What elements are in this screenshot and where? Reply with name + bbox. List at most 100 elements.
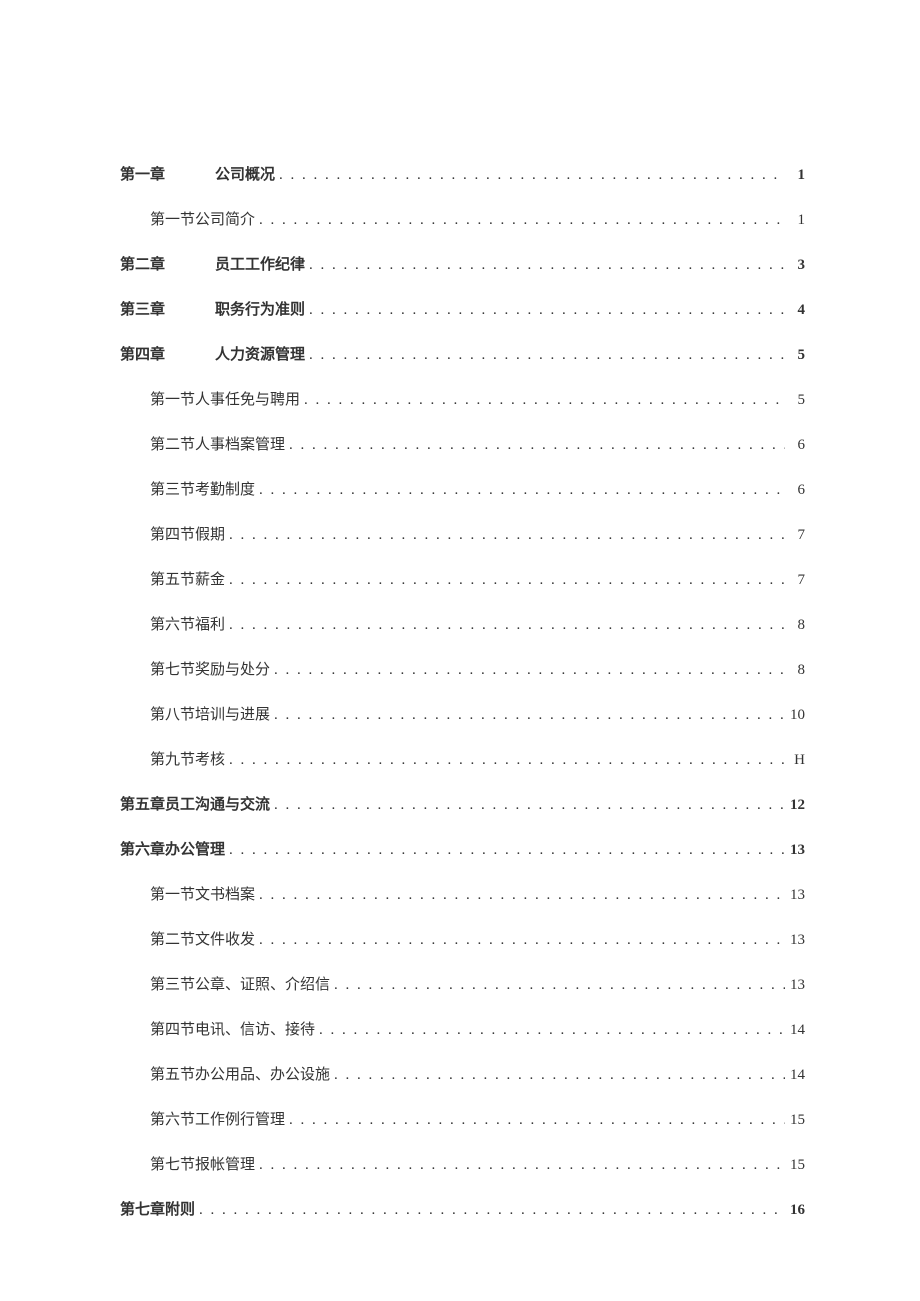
toc-page-number: 14: [785, 1020, 805, 1041]
toc-chapter-label: 第一章: [120, 165, 165, 186]
toc-leader-dots: [330, 1065, 785, 1086]
toc-leader-dots: [305, 300, 785, 321]
toc-title: 第七节奖励与处分: [150, 660, 270, 681]
toc-page-number: 3: [785, 255, 805, 276]
toc-title: 第五节办公用品、办公设施: [150, 1065, 330, 1086]
toc-leader-dots: [225, 750, 785, 771]
toc-entry: 第七章附则 16: [120, 1200, 805, 1221]
toc-leader-dots: [315, 1020, 785, 1041]
toc-page-number: 15: [785, 1110, 805, 1131]
toc-leader-dots: [225, 570, 785, 591]
toc-leader-dots: [225, 840, 785, 861]
toc-title: 第二节文件收发: [150, 930, 255, 951]
toc-leader-dots: [255, 1155, 785, 1176]
toc-chapter-label: 第三章: [120, 300, 165, 321]
toc-leader-dots: [285, 435, 785, 456]
toc-entry: 第九节考核 H: [120, 750, 805, 771]
toc-title: 第五节薪金: [150, 570, 225, 591]
toc-leader-dots: [255, 885, 785, 906]
toc-title: 第七节报帐管理: [150, 1155, 255, 1176]
toc-leader-dots: [275, 165, 785, 186]
toc-leader-dots: [225, 525, 785, 546]
toc-leader-dots: [330, 975, 785, 996]
toc-page-number: 12: [785, 795, 805, 816]
toc-title: 职务行为准则: [215, 300, 305, 321]
toc-entry: 第四节电讯、信访、接待 14: [120, 1020, 805, 1041]
toc-title: 公司概况: [215, 165, 275, 186]
toc-page-number: 7: [785, 570, 805, 591]
toc-page-number: 1: [785, 165, 805, 186]
toc-title: 第四节电讯、信访、接待: [150, 1020, 315, 1041]
toc-page-number: 10: [785, 705, 805, 726]
toc-leader-dots: [270, 705, 785, 726]
toc-page-number: 8: [785, 615, 805, 636]
toc-page-number: 13: [785, 840, 805, 861]
toc-title: 第九节考核: [150, 750, 225, 771]
toc-title: 第一节文书档案: [150, 885, 255, 906]
toc-leader-dots: [305, 255, 785, 276]
toc-entry: 第二节文件收发 13: [120, 930, 805, 951]
toc-title: 第三节公章、证照、介绍信: [150, 975, 330, 996]
toc-page-number: 5: [785, 390, 805, 411]
toc-entry: 第三节公章、证照、介绍信 13: [120, 975, 805, 996]
toc-page-number: 13: [785, 930, 805, 951]
toc-leader-dots: [305, 345, 785, 366]
toc-title: 第七章附则: [120, 1200, 195, 1221]
toc-entry: 第一章 公司概况 1: [120, 165, 805, 186]
toc-page-number: 7: [785, 525, 805, 546]
toc-entry: 第三章 职务行为准则 4: [120, 300, 805, 321]
toc-title: 第二节人事档案管理: [150, 435, 285, 456]
toc-title: 第一节公司简介: [150, 210, 255, 231]
toc-entry: 第八节培训与进展 10: [120, 705, 805, 726]
toc-title: 第八节培训与进展: [150, 705, 270, 726]
toc-page-number: 16: [785, 1200, 805, 1221]
toc-entry: 第六节福利 8: [120, 615, 805, 636]
toc-chapter-label: 第四章: [120, 345, 165, 366]
toc-page-number: 13: [785, 975, 805, 996]
toc-leader-dots: [225, 615, 785, 636]
toc-title: 第三节考勤制度: [150, 480, 255, 501]
toc-page-number: 13: [785, 885, 805, 906]
toc-leader-dots: [285, 1110, 785, 1131]
toc-chapter-label: 第二章: [120, 255, 165, 276]
toc-leader-dots: [255, 210, 785, 231]
toc-entry: 第一节公司简介 1: [120, 210, 805, 231]
toc-title: 第五章员工沟通与交流: [120, 795, 270, 816]
toc-entry: 第五节办公用品、办公设施 14: [120, 1065, 805, 1086]
toc-entry: 第四章 人力资源管理 5: [120, 345, 805, 366]
toc-entry: 第三节考勤制度 6: [120, 480, 805, 501]
toc-entry: 第七节奖励与处分 8: [120, 660, 805, 681]
toc-entry: 第六节工作例行管理 15: [120, 1110, 805, 1131]
toc-entry: 第五节薪金 7: [120, 570, 805, 591]
toc-title: 第六节工作例行管理: [150, 1110, 285, 1131]
toc-page-number: 8: [785, 660, 805, 681]
toc-entry: 第二章 员工工作纪律 3: [120, 255, 805, 276]
toc-entry: 第七节报帐管理 15: [120, 1155, 805, 1176]
toc-title: 第六章办公管理: [120, 840, 225, 861]
toc-leader-dots: [195, 1200, 785, 1221]
toc-page-number: 15: [785, 1155, 805, 1176]
toc-leader-dots: [255, 480, 785, 501]
toc-page-number: 5: [785, 345, 805, 366]
toc-entry: 第一节人事任免与聘用 5: [120, 390, 805, 411]
toc-page-number: 1: [785, 210, 805, 231]
toc-entry: 第五章员工沟通与交流 12: [120, 795, 805, 816]
toc-entry: 第四节假期 7: [120, 525, 805, 546]
toc-title: 第六节福利: [150, 615, 225, 636]
toc-page-number: H: [785, 750, 805, 771]
toc-leader-dots: [270, 660, 785, 681]
toc-title: 员工工作纪律: [215, 255, 305, 276]
toc-page-number: 6: [785, 480, 805, 501]
toc-entry: 第一节文书档案 13: [120, 885, 805, 906]
toc-leader-dots: [255, 930, 785, 951]
toc-title: 第四节假期: [150, 525, 225, 546]
toc-leader-dots: [300, 390, 785, 411]
toc-leader-dots: [270, 795, 785, 816]
table-of-contents: 第一章 公司概况 1 第一节公司简介 1 第二章 员工工作纪律 3 第三章 职务行为准则 4 第四章 人…: [120, 165, 805, 1221]
toc-entry: 第六章办公管理 13: [120, 840, 805, 861]
toc-page-number: 14: [785, 1065, 805, 1086]
toc-title: 人力资源管理: [215, 345, 305, 366]
toc-entry: 第二节人事档案管理6: [120, 435, 805, 456]
toc-page-number: 4: [785, 300, 805, 321]
toc-title: 第一节人事任免与聘用: [150, 390, 300, 411]
